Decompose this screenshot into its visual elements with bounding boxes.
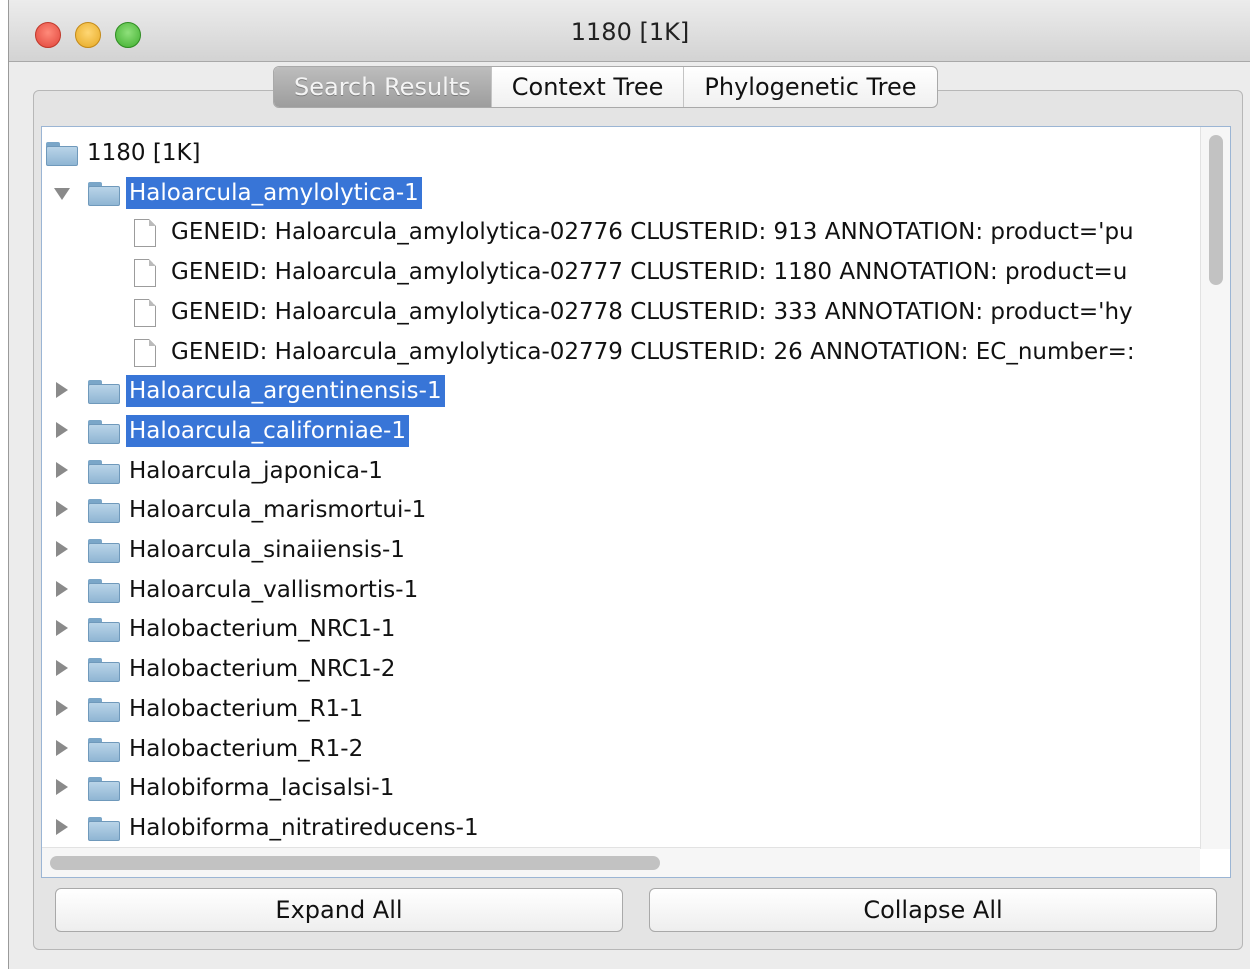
- folder-icon: [88, 697, 120, 722]
- folder-icon: [88, 459, 120, 484]
- folder-icon: [88, 380, 120, 405]
- tree-node-expanded[interactable]: Haloarcula_amylolytica-1: [42, 175, 1200, 211]
- tree-node-label: Haloarcula_californiae-1: [126, 414, 409, 447]
- folder-icon-body: [88, 463, 120, 484]
- tree-node-collapsed[interactable]: Halobacterium_NRC1-2: [42, 651, 1200, 687]
- collapsed-arrow-icon[interactable]: [56, 660, 68, 677]
- tree-node-label: Halobacterium_NRC1-1: [129, 616, 396, 643]
- collapsed-arrow-icon[interactable]: [56, 699, 68, 716]
- tree-node-collapsed[interactable]: Halobacterium_R1-2: [42, 731, 1200, 767]
- folder-icon-body: [88, 543, 120, 563]
- tree-node-label: Haloarcula_sinaiiensis-1: [129, 537, 405, 563]
- document-icon-corner: [149, 338, 156, 346]
- folder-icon: [88, 737, 120, 762]
- collapsed-arrow-icon[interactable]: [56, 620, 68, 637]
- tree-node-collapsed[interactable]: Haloarcula_sinaiiensis-1: [42, 532, 1200, 568]
- tree-leaf-gene[interactable]: GENEID: Haloarcula_amylolytica-02776 CLU…: [42, 214, 1200, 250]
- tab-context-tree[interactable]: Context Tree: [490, 67, 684, 107]
- tree-node-label: Haloarcula_japonica-1: [129, 457, 383, 484]
- folder-icon-body: [88, 662, 120, 683]
- collapse-all-button[interactable]: Collapse All: [649, 888, 1217, 932]
- tree-node-label: 1180 [1K]: [87, 140, 201, 166]
- tree-node-collapsed[interactable]: Haloarcula_argentinensis-1: [42, 373, 1200, 409]
- folder-icon: [88, 618, 120, 643]
- folder-icon: [88, 539, 120, 563]
- tree-leaf-gene[interactable]: GENEID: Haloarcula_amylolytica-02779 CLU…: [42, 334, 1200, 370]
- folder-icon-body: [88, 781, 120, 802]
- document-icon: [134, 298, 156, 327]
- collapsed-arrow-icon[interactable]: [56, 461, 68, 478]
- tree-node-label: Halobacterium_R1-1: [129, 695, 364, 722]
- tree-leaf-gene[interactable]: GENEID: Haloarcula_amylolytica-02778 CLU…: [42, 294, 1200, 330]
- folder-icon-body: [88, 185, 120, 206]
- window-title: 1180 [1K]: [570, 18, 690, 46]
- collapsed-arrow-icon[interactable]: [56, 818, 68, 835]
- expand-all-button[interactable]: Expand All: [55, 888, 623, 932]
- collapsed-arrow-icon[interactable]: [56, 739, 68, 756]
- collapsed-arrow-icon[interactable]: [56, 779, 68, 796]
- tab-bar: Search Results Context Tree Phylogenetic…: [273, 66, 938, 108]
- tree-node-label: Halobiforma_nitratireducens-1: [129, 814, 479, 841]
- document-icon: [134, 338, 156, 367]
- folder-icon: [88, 499, 120, 524]
- results-tree[interactable]: 1180 [1K] Haloarcula_amylolytica-1 GENEID:…: [41, 126, 1231, 878]
- folder-icon: [46, 142, 78, 166]
- folder-icon-body: [46, 146, 78, 166]
- tree-node-collapsed[interactable]: Halobacterium_R1-1: [42, 691, 1200, 727]
- document-icon-corner: [149, 259, 156, 267]
- document-icon: [134, 219, 156, 248]
- expanded-arrow-icon[interactable]: [54, 187, 70, 200]
- tree-node-label: Halobacterium_R1-2: [129, 735, 364, 762]
- tree-node-collapsed[interactable]: Halobiforma_lacisalsi-1: [42, 770, 1200, 806]
- folder-icon-body: [88, 820, 120, 841]
- tree-node-collapsed[interactable]: Haloarcula_californiae-1: [42, 413, 1200, 449]
- tree-node-label: Haloarcula_amylolytica-1: [126, 176, 422, 209]
- tree-node-collapsed[interactable]: Halobacterium_NRC1-1: [42, 611, 1200, 647]
- app-window: 1180 [1K] Search Results Context Tree Ph…: [8, 0, 1250, 969]
- tree-node-label: Haloarcula_vallismortis-1: [129, 576, 419, 603]
- collapsed-arrow-icon[interactable]: [56, 541, 68, 557]
- document-icon: [134, 259, 156, 288]
- collapsed-arrow-icon[interactable]: [56, 580, 68, 597]
- tree-node-label: Haloarcula_marismortui-1: [129, 497, 427, 524]
- tree-node-label: Halobiforma_lacisalsi-1: [129, 775, 395, 802]
- vertical-scroll-thumb[interactable]: [1209, 135, 1223, 285]
- tree-leaf-gene[interactable]: GENEID: Haloarcula_amylolytica-02777 CLU…: [42, 254, 1200, 290]
- tree-node-collapsed[interactable]: Haloarcula_japonica-1: [42, 453, 1200, 489]
- vertical-scrollbar[interactable]: [1200, 127, 1230, 849]
- tree-root[interactable]: 1180 [1K]: [42, 135, 1200, 171]
- folder-icon-body: [88, 741, 120, 762]
- folder-icon: [88, 658, 120, 683]
- tree-node-collapsed[interactable]: Halobiforma_nitratireducens-1: [42, 810, 1200, 846]
- title-bar[interactable]: 1180 [1K]: [9, 0, 1250, 62]
- folder-icon-body: [88, 701, 120, 722]
- tree-node-label: GENEID: Haloarcula_amylolytica-02776 CLU…: [171, 219, 1134, 246]
- folder-icon: [88, 419, 120, 444]
- tree-node-label: GENEID: Haloarcula_amylolytica-02779 CLU…: [171, 338, 1135, 365]
- document-icon-corner: [149, 298, 156, 306]
- collapsed-arrow-icon[interactable]: [56, 421, 68, 438]
- tree-node-label: Haloarcula_argentinensis-1: [126, 375, 445, 408]
- folder-icon: [88, 181, 120, 206]
- folder-icon-body: [88, 384, 120, 405]
- tree-node-collapsed[interactable]: Haloarcula_vallismortis-1: [42, 572, 1200, 608]
- folder-icon-body: [88, 622, 120, 643]
- folder-icon: [88, 816, 120, 841]
- folder-icon-body: [88, 503, 120, 524]
- folder-icon-body: [88, 582, 120, 603]
- horizontal-scrollbar[interactable]: [42, 847, 1200, 877]
- folder-icon: [88, 777, 120, 802]
- folder-icon-body: [88, 423, 120, 444]
- tree-node-label: GENEID: Haloarcula_amylolytica-02778 CLU…: [171, 298, 1133, 325]
- tree-node-collapsed[interactable]: Haloarcula_marismortui-1: [42, 492, 1200, 528]
- document-icon-corner: [149, 219, 156, 227]
- tab-search-results[interactable]: Search Results: [274, 67, 491, 107]
- horizontal-scroll-thumb[interactable]: [50, 856, 660, 870]
- collapsed-arrow-icon[interactable]: [56, 501, 68, 518]
- collapsed-arrow-icon[interactable]: [56, 382, 68, 399]
- tab-phylogenetic-tree[interactable]: Phylogenetic Tree: [683, 67, 936, 107]
- folder-icon: [88, 578, 120, 603]
- tree-node-label: Halobacterium_NRC1-2: [129, 656, 396, 683]
- tree-node-label: GENEID: Haloarcula_amylolytica-02777 CLU…: [171, 259, 1128, 286]
